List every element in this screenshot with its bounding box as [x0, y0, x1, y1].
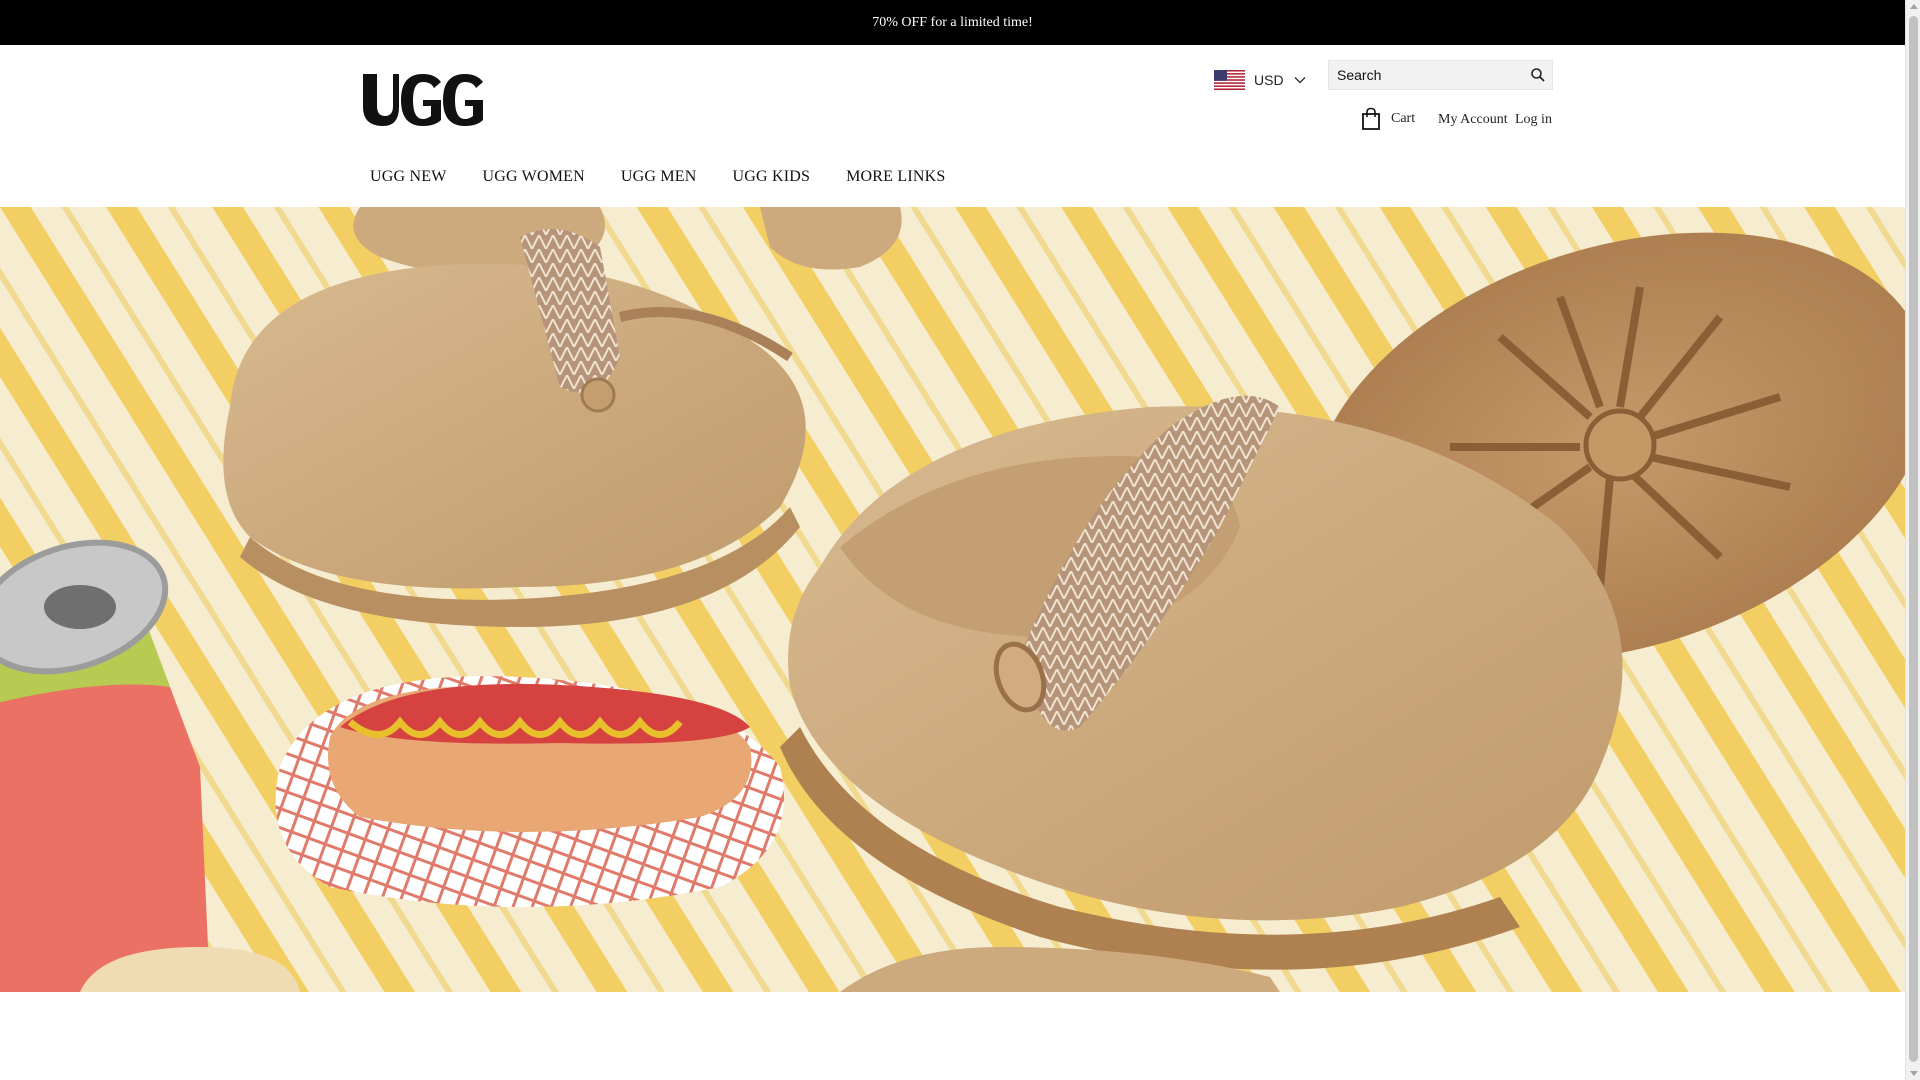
currency-code: USD	[1254, 72, 1284, 88]
search-icon[interactable]	[1530, 67, 1546, 83]
ugg-logo-icon	[363, 74, 483, 126]
site-header: USD Cart My Account Log in UGG NEW UGG W…	[0, 45, 1905, 207]
nav-item-more-links[interactable]: MORE LINKS	[846, 168, 945, 186]
nav-item-ugg-kids[interactable]: UGG KIDS	[733, 168, 811, 186]
shopping-bag-icon	[1362, 107, 1380, 130]
content-section	[0, 992, 1905, 1080]
scroll-up-icon[interactable]	[1910, 4, 1918, 9]
hero-banner[interactable]	[0, 207, 1905, 992]
currency-selector[interactable]: USD	[1214, 65, 1306, 95]
nav-item-ugg-women[interactable]: UGG WOMEN	[483, 168, 585, 186]
chevron-down-icon	[1294, 77, 1306, 84]
cart-link[interactable]: Cart	[1360, 107, 1415, 131]
login-link[interactable]: Log in	[1515, 112, 1552, 128]
page: 70% OFF for a limited time! USD Search C…	[0, 0, 1905, 1080]
cart-label: Cart	[1391, 111, 1416, 126]
scrollbar-thumb[interactable]	[1909, 16, 1918, 1062]
announcement-bar: 70% OFF for a limited time!	[0, 0, 1905, 45]
us-flag-icon	[1214, 70, 1245, 90]
search-box	[1328, 60, 1553, 90]
nav-item-ugg-new[interactable]: UGG NEW	[370, 168, 447, 186]
scroll-down-icon[interactable]	[1910, 1071, 1918, 1076]
page-scrollbar[interactable]	[1905, 0, 1920, 1080]
main-nav: UGG NEW UGG WOMEN UGG MEN UGG KIDS MORE …	[370, 168, 981, 186]
hero-image	[0, 207, 1905, 992]
my-account-link[interactable]: My Account	[1438, 112, 1508, 128]
nav-item-ugg-men[interactable]: UGG MEN	[621, 168, 697, 186]
announcement-text: 70% OFF for a limited time!	[872, 14, 1033, 30]
search-input[interactable]	[1329, 61, 1519, 89]
ugg-logo[interactable]	[361, 70, 485, 128]
